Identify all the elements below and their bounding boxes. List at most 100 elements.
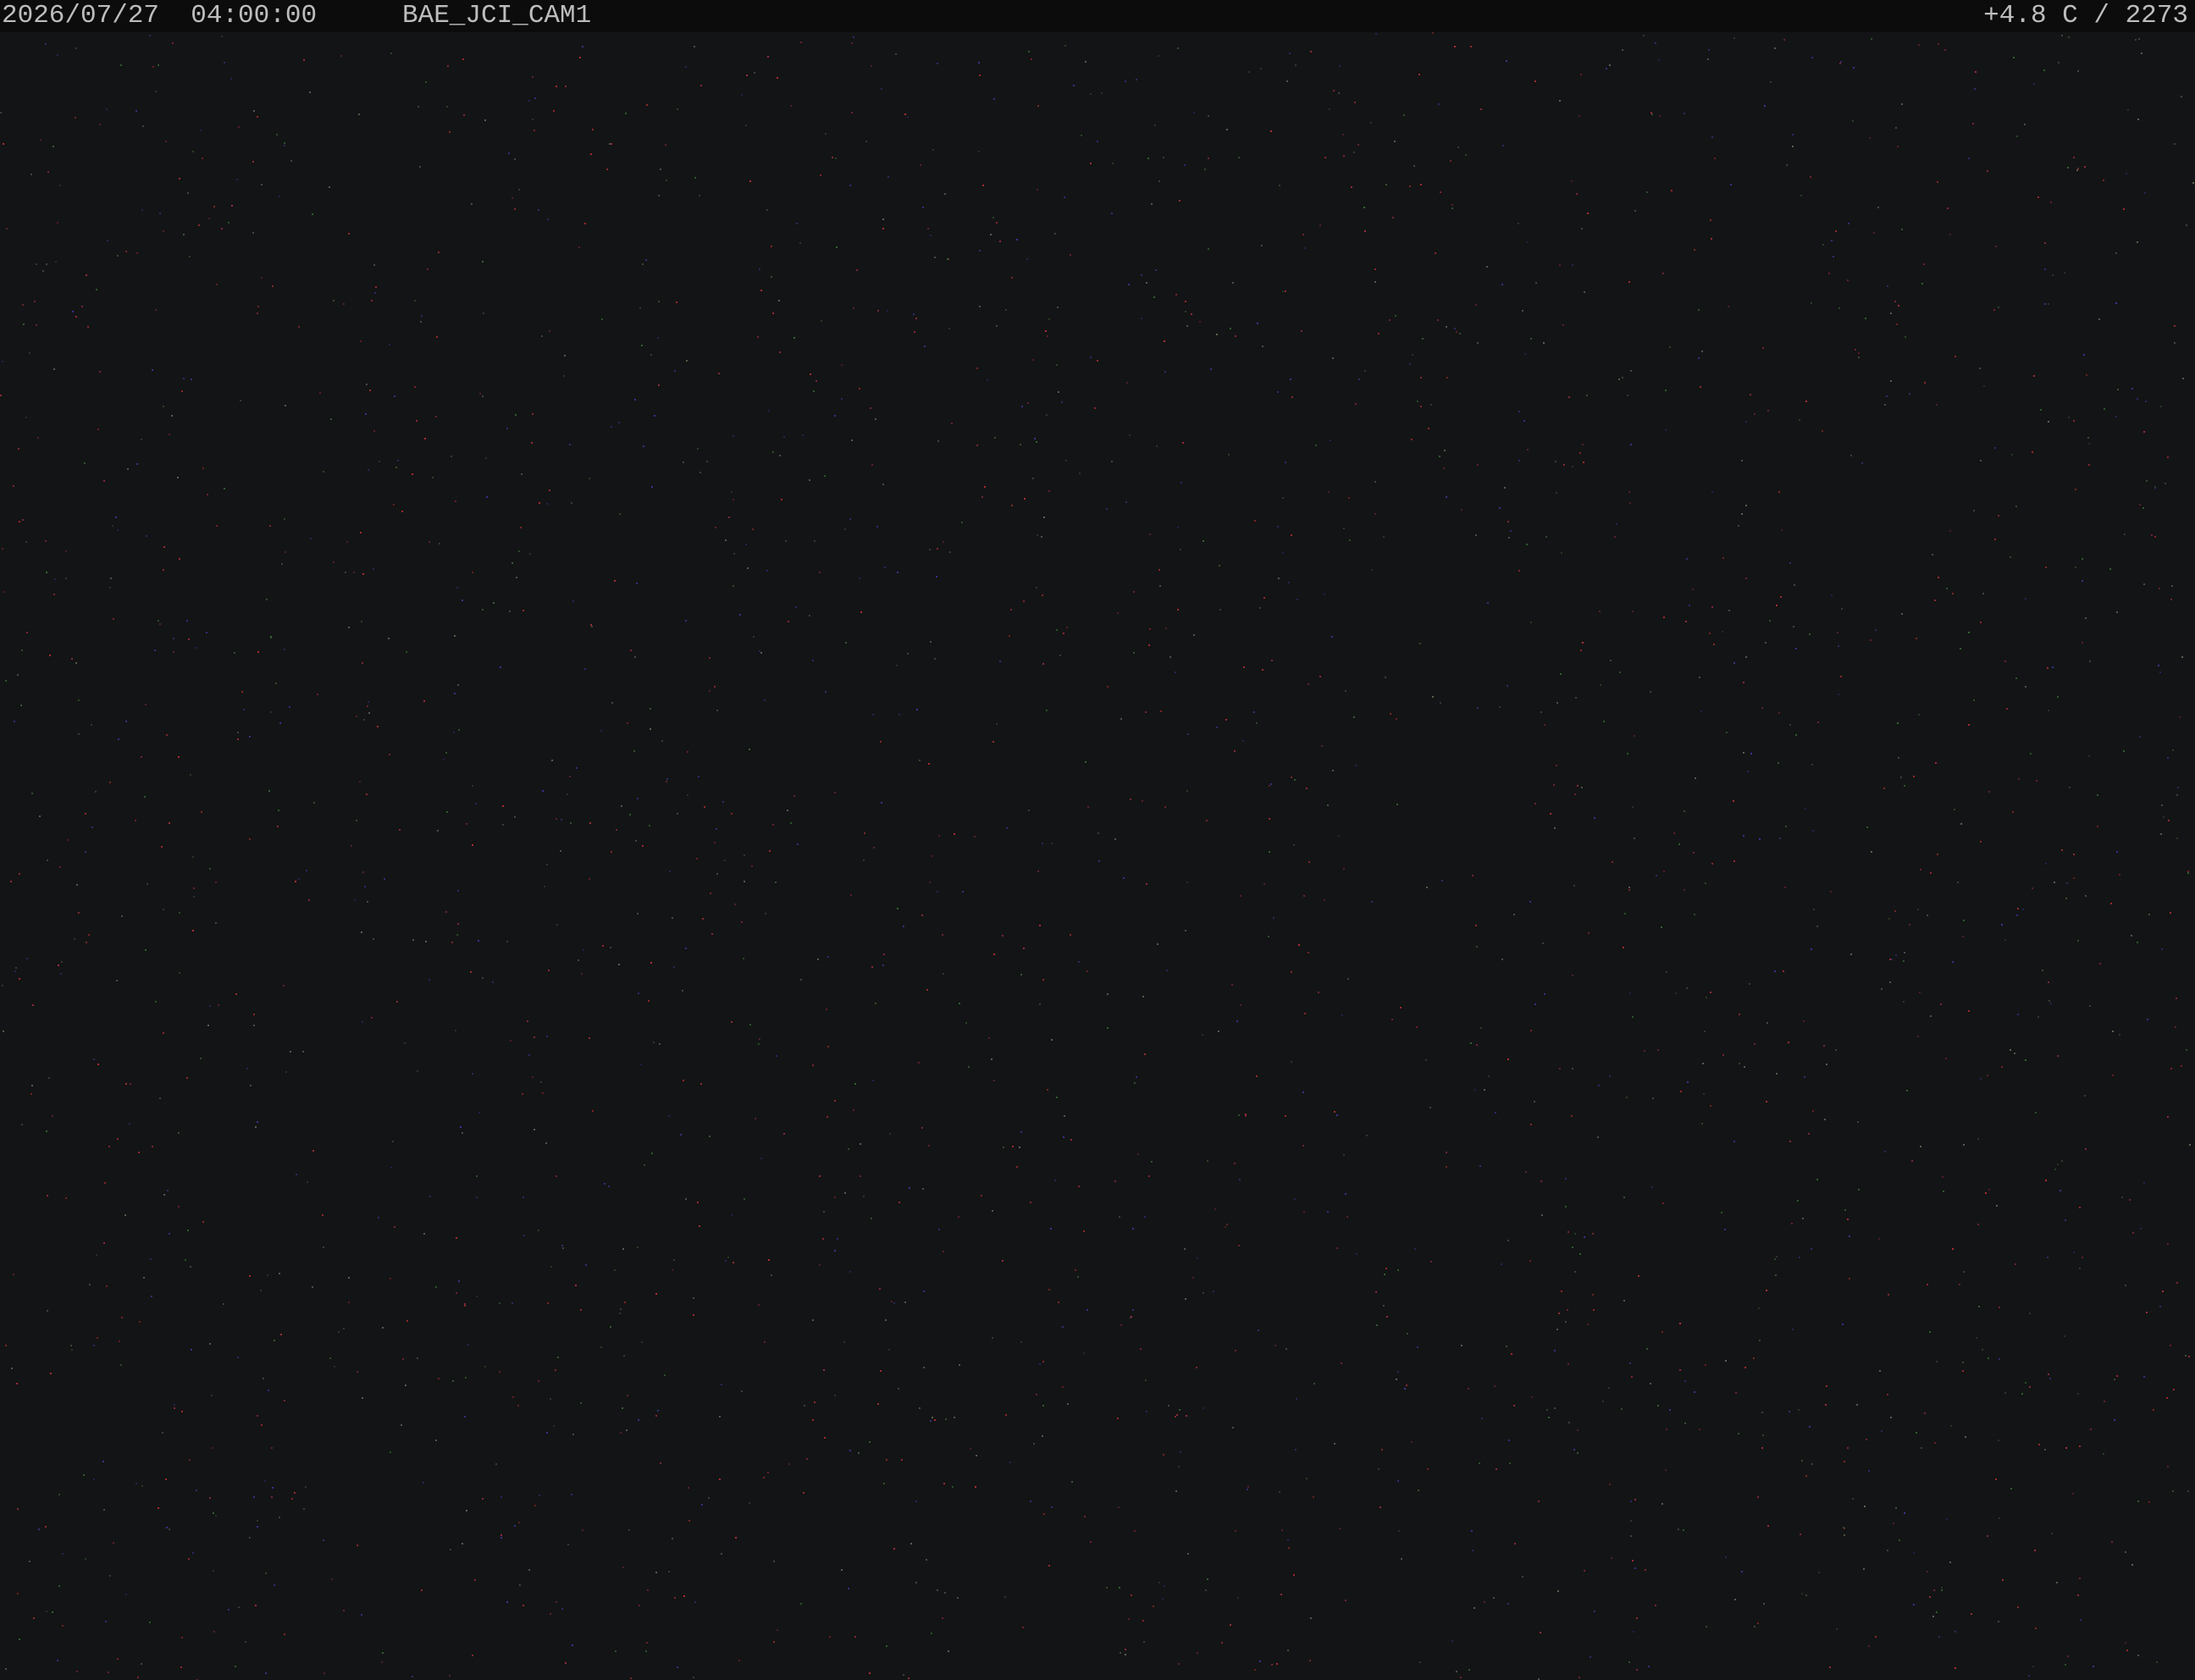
noise-speck xyxy=(1811,302,1812,304)
noise-speck xyxy=(1027,402,1029,404)
noise-speck xyxy=(1047,335,1048,337)
noise-speck xyxy=(6,228,8,229)
noise-speck xyxy=(76,1671,78,1672)
noise-speck xyxy=(825,691,827,693)
noise-speck xyxy=(1148,1175,1150,1177)
noise-speck xyxy=(680,1134,682,1136)
noise-speck xyxy=(67,839,69,841)
noise-speck xyxy=(644,1164,645,1166)
noise-speck xyxy=(854,1636,856,1638)
noise-speck xyxy=(223,1303,224,1305)
noise-speck xyxy=(55,261,57,262)
noise-speck xyxy=(1451,204,1453,206)
noise-speck xyxy=(74,938,75,940)
noise-speck xyxy=(1809,633,1811,635)
noise-speck xyxy=(741,921,743,923)
noise-speck xyxy=(1468,1388,1469,1390)
noise-speck xyxy=(1561,1290,1562,1292)
noise-speck xyxy=(135,110,137,112)
noise-speck xyxy=(1446,326,1447,328)
noise-speck xyxy=(1618,379,1620,380)
noise-speck xyxy=(2123,208,2125,210)
noise-speck xyxy=(1940,1003,1942,1005)
noise-speck xyxy=(2119,874,2120,876)
noise-speck xyxy=(1800,1534,1801,1535)
noise-speck xyxy=(1230,328,1231,329)
noise-speck xyxy=(1848,223,1849,224)
noise-speck xyxy=(1090,1541,1092,1543)
noise-speck xyxy=(1562,324,1564,326)
noise-speck xyxy=(169,434,170,435)
noise-speck xyxy=(1398,1530,1400,1532)
noise-speck xyxy=(1895,127,1897,129)
noise-speck xyxy=(189,1459,191,1461)
noise-speck xyxy=(2052,666,2054,668)
noise-speck xyxy=(1043,1513,1045,1515)
noise-speck xyxy=(5,1668,7,1670)
noise-speck xyxy=(323,1246,324,1248)
noise-speck xyxy=(198,224,200,226)
noise-speck xyxy=(1579,115,1580,117)
noise-speck xyxy=(141,209,143,211)
noise-speck xyxy=(542,1092,544,1094)
noise-speck xyxy=(272,1487,274,1489)
noise-speck xyxy=(844,1192,846,1194)
noise-speck xyxy=(152,1146,153,1147)
noise-speck xyxy=(1952,1248,1954,1250)
noise-speck xyxy=(1343,868,1345,870)
noise-speck xyxy=(369,390,371,391)
noise-speck xyxy=(2153,1409,2154,1411)
noise-speck xyxy=(893,1302,895,1304)
noise-speck xyxy=(502,805,504,807)
noise-speck xyxy=(658,301,660,302)
noise-speck xyxy=(453,732,455,733)
noise-speck xyxy=(75,117,76,119)
noise-speck xyxy=(1107,686,1109,688)
noise-speck xyxy=(758,1304,760,1306)
noise-speck xyxy=(771,1274,772,1276)
noise-speck xyxy=(1559,264,1561,266)
noise-speck xyxy=(1609,1075,1611,1077)
noise-speck xyxy=(822,1238,824,1240)
noise-speck xyxy=(1475,534,1477,536)
noise-speck xyxy=(343,303,345,305)
noise-speck xyxy=(462,600,463,601)
noise-speck xyxy=(759,268,760,270)
noise-speck xyxy=(1005,1414,1007,1416)
noise-speck xyxy=(1684,1380,1686,1382)
noise-speck xyxy=(913,313,915,315)
noise-speck xyxy=(20,705,22,706)
noise-speck xyxy=(569,444,571,445)
noise-speck xyxy=(213,1512,214,1514)
noise-speck xyxy=(145,704,147,705)
noise-speck xyxy=(313,802,315,804)
noise-speck xyxy=(1271,1664,1273,1666)
noise-speck xyxy=(500,666,501,668)
noise-speck xyxy=(741,1390,743,1392)
noise-speck xyxy=(245,1641,246,1643)
noise-speck xyxy=(1837,632,1838,633)
noise-speck xyxy=(2033,83,2035,85)
noise-speck xyxy=(592,1110,594,1112)
noise-speck xyxy=(59,185,61,186)
noise-speck xyxy=(1866,1439,1867,1440)
noise-speck xyxy=(1208,248,1209,250)
noise-speck xyxy=(924,345,926,347)
noise-speck xyxy=(758,1043,760,1045)
noise-speck xyxy=(374,292,376,294)
noise-speck xyxy=(506,1601,508,1603)
noise-speck xyxy=(2045,1180,2047,1181)
noise-speck xyxy=(2170,1345,2171,1346)
noise-speck xyxy=(1202,1034,1203,1036)
noise-speck xyxy=(1090,356,1092,358)
noise-speck xyxy=(125,721,127,722)
noise-speck xyxy=(2065,898,2067,899)
noise-speck xyxy=(423,700,425,702)
noise-speck xyxy=(0,112,2,113)
noise-speck xyxy=(2160,406,2162,407)
noise-speck xyxy=(1446,1152,1447,1153)
noise-speck xyxy=(968,1066,970,1068)
noise-speck xyxy=(116,980,118,981)
noise-speck xyxy=(2047,1257,2048,1258)
noise-speck xyxy=(1561,552,1562,554)
